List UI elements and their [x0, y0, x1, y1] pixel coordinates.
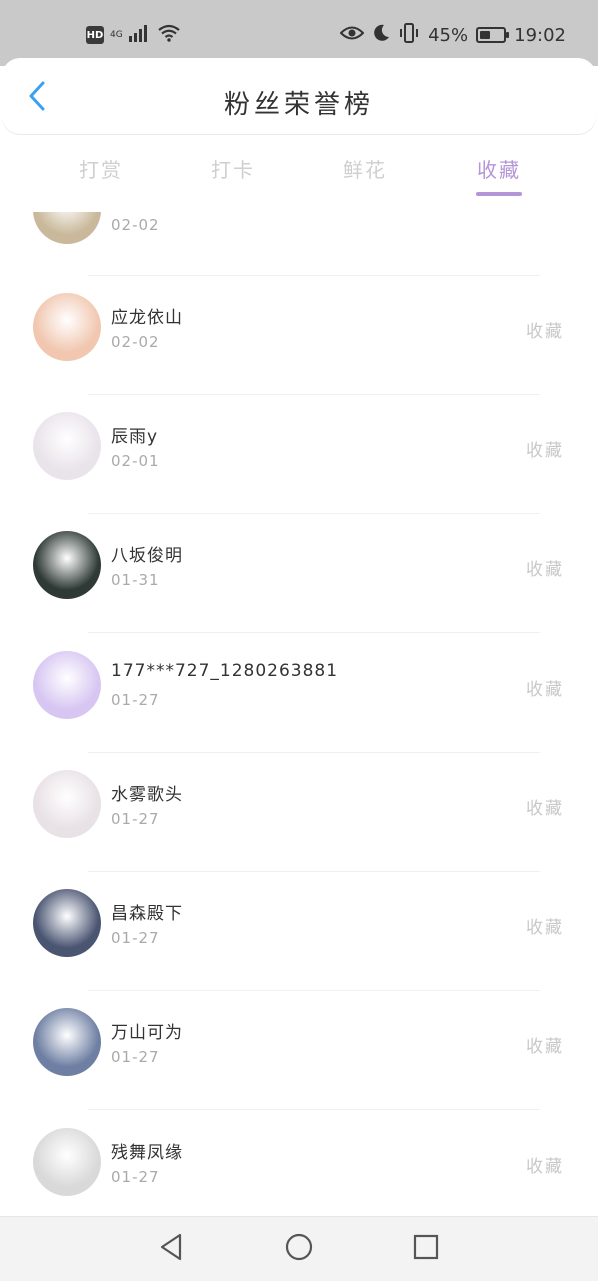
item-action[interactable]: 收藏 [526, 913, 564, 938]
battery-level [480, 31, 491, 39]
tab-favorites[interactable]: 收藏 [454, 154, 544, 183]
divider [88, 752, 540, 753]
item-name: 辰雨y [111, 427, 159, 447]
nav-home-button[interactable] [281, 1231, 317, 1267]
tab-bar: 打赏 打卡 鲜花 收藏 [0, 140, 598, 210]
item-name: 水雾歌头 [111, 785, 183, 805]
tab-flowers[interactable]: 鲜花 [320, 154, 410, 183]
avatar [33, 531, 101, 599]
avatar [33, 212, 101, 244]
item-action[interactable]: 收藏 [526, 317, 564, 342]
item-name: 八坂俊明 [111, 546, 183, 566]
eye-icon [339, 25, 365, 46]
item-name: 应龙依山 [111, 308, 183, 328]
avatar [33, 293, 101, 361]
fan-list: 02-02 应龙依山 02-02 收藏 辰雨y 02-01 收藏 八坂俊明 01… [0, 212, 598, 1216]
divider [88, 1109, 540, 1110]
item-action[interactable]: 收藏 [526, 555, 564, 580]
triangle-back-icon [158, 1233, 184, 1265]
status-bar: HD 4G 45% 19:02 [0, 0, 598, 66]
list-item[interactable]: 残舞凤缘 01-27 收藏 [0, 1128, 598, 1216]
active-tab-indicator [476, 192, 522, 196]
avatar [33, 1008, 101, 1076]
divider [88, 632, 540, 633]
signal-icon [128, 24, 151, 46]
list-item[interactable]: 水雾歌头 01-27 收藏 [0, 770, 598, 889]
status-left: HD 4G [86, 24, 181, 46]
divider [88, 990, 540, 991]
list-item[interactable]: 昌森殿下 01-27 收藏 [0, 889, 598, 1008]
nav-back-button[interactable] [153, 1231, 189, 1267]
item-date: 02-02 [111, 216, 160, 234]
system-nav-bar [0, 1216, 598, 1281]
item-action[interactable]: 收藏 [526, 675, 564, 700]
divider [88, 513, 540, 514]
wifi-icon [157, 24, 181, 46]
avatar [33, 1128, 101, 1196]
avatar [33, 651, 101, 719]
item-name: 177***727_1280263881 [111, 661, 339, 681]
item-action[interactable]: 收藏 [526, 1152, 564, 1177]
tab-reward[interactable]: 打赏 [56, 154, 146, 183]
item-date: 01-27 [111, 691, 160, 709]
list-item[interactable]: 辰雨y 02-01 收藏 [0, 412, 598, 531]
divider [88, 275, 540, 276]
tab-checkin[interactable]: 打卡 [188, 154, 278, 183]
clock: 19:02 [514, 24, 566, 46]
circle-home-icon [284, 1232, 314, 1266]
vibrate-icon [398, 22, 420, 48]
list-item[interactable]: 02-02 [0, 212, 598, 295]
avatar [33, 412, 101, 480]
status-right: 45% 19:02 [339, 22, 566, 48]
item-name: 残舞凤缘 [111, 1143, 183, 1163]
moon-icon [372, 24, 390, 47]
item-date: 01-27 [111, 1168, 160, 1186]
item-date: 02-02 [111, 333, 160, 351]
item-date: 02-01 [111, 452, 160, 470]
item-date: 01-27 [111, 810, 160, 828]
divider [88, 871, 540, 872]
divider [88, 394, 540, 395]
item-name: 万山可为 [111, 1023, 183, 1043]
list-item[interactable]: 万山可为 01-27 收藏 [0, 1008, 598, 1127]
avatar [33, 889, 101, 957]
item-action[interactable]: 收藏 [526, 794, 564, 819]
nav-recent-button[interactable] [408, 1231, 444, 1267]
battery-percent: 45% [428, 24, 469, 46]
list-item[interactable]: 八坂俊明 01-31 收藏 [0, 531, 598, 650]
list-item[interactable]: 177***727_1280263881 01-27 收藏 [0, 651, 598, 770]
app-header: 粉丝荣誉榜 [2, 58, 596, 134]
item-name: 昌森殿下 [111, 904, 183, 924]
network-type: 4G [110, 29, 123, 40]
battery-icon [476, 27, 510, 43]
network-label: 4G [110, 29, 123, 40]
list-item[interactable]: 应龙依山 02-02 收藏 [0, 293, 598, 412]
item-date: 01-31 [111, 571, 160, 589]
item-action[interactable]: 收藏 [526, 1032, 564, 1057]
hd-badge: HD [86, 26, 104, 44]
avatar [33, 770, 101, 838]
item-action[interactable]: 收藏 [526, 436, 564, 461]
item-date: 01-27 [111, 929, 160, 947]
page-title: 粉丝荣誉榜 [223, 90, 374, 120]
square-recent-icon [412, 1233, 440, 1265]
item-date: 01-27 [111, 1048, 160, 1066]
